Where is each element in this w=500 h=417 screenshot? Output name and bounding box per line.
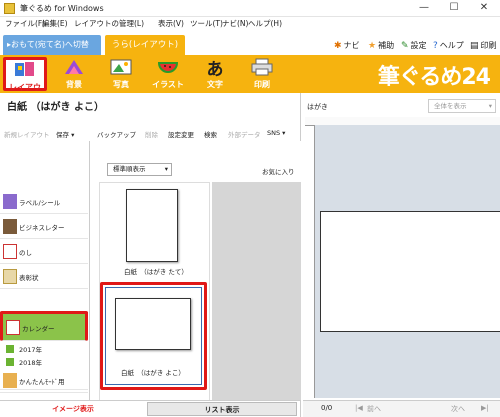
- layout-panel: 白紙 （はがき よこ） 新規レイアウト 保存 ▾ バックアップ 削除 設定変更 …: [0, 93, 301, 417]
- favorites-label[interactable]: お気に入り: [262, 166, 295, 176]
- hojo-link[interactable]: ★ 補助: [368, 40, 394, 51]
- menu-edit[interactable]: 編集(E): [42, 18, 68, 29]
- tool-background[interactable]: 背景: [52, 57, 96, 91]
- page-navigation: 0/0 |◀ 前へ 次へ ▶|: [303, 400, 500, 417]
- paper-label: はがき: [307, 103, 328, 111]
- menu-view[interactable]: 表示(V): [158, 18, 184, 29]
- category-calendar[interactable]: カレンダー: [0, 311, 88, 341]
- star-icon: ★: [368, 41, 377, 51]
- maximize-button[interactable]: ☐: [439, 0, 469, 16]
- noshi-icon: [3, 244, 17, 259]
- main-toolbar: レイアウト 背景 写真 イラスト あ 文字 印刷 筆ぐるめ24: [0, 55, 500, 103]
- menu-bar: ファイル(F) 編集(E) レイアウトの管理(L) 表示(V) ツール(T) ナ…: [0, 17, 500, 30]
- printer-icon: [251, 57, 273, 77]
- thumbnail-grid: 白紙 （はがき たて） 白紙 （はがき よこ）: [99, 182, 210, 401]
- app-icon: [4, 3, 15, 14]
- prev-page-button[interactable]: 前へ: [367, 404, 381, 414]
- tool-photo[interactable]: 写真: [99, 57, 143, 91]
- canvas-area: [314, 125, 500, 398]
- category-list: ラベル/シール ビジネスレター のし 表彰状 カレンダー 2017年 2018年: [0, 141, 90, 401]
- sns-button[interactable]: SNS ▾: [267, 129, 285, 137]
- thumbnail-empty-area: [212, 182, 301, 401]
- thumb-postcard-portrait[interactable]: 白紙 （はがき たて）: [100, 183, 208, 276]
- delete-button[interactable]: 削除: [145, 129, 158, 139]
- category-noshi[interactable]: のし: [0, 240, 88, 264]
- menu-tools[interactable]: ツール(T): [190, 18, 223, 29]
- title-bar: 筆ぐるめ for Windows — ☐ ✕: [0, 0, 500, 17]
- menu-file[interactable]: ファイル(F): [5, 18, 45, 29]
- sort-select[interactable]: 標準順表示 ▾: [107, 163, 172, 176]
- tool-print[interactable]: 印刷: [240, 57, 284, 91]
- brand-logo: 筆ぐるめ24: [377, 65, 491, 90]
- chevron-down-icon: ▾: [488, 102, 492, 110]
- background-icon: [63, 57, 85, 77]
- certificate-icon: [3, 269, 17, 284]
- preview-panel: はがき 全体を表示 ▾ 0/0 |◀ 前へ 次へ ▶|: [303, 93, 500, 417]
- view-mode-bar: イメージ表示 リスト表示: [0, 400, 301, 416]
- tab-front-address[interactable]: ▸おもて(宛て名)へ切替: [3, 35, 101, 55]
- calendar-icon: [6, 320, 20, 335]
- photo-icon: [110, 57, 132, 77]
- close-button[interactable]: ✕: [469, 0, 499, 16]
- save-button[interactable]: 保存 ▾: [56, 129, 74, 139]
- layout-icon: [14, 60, 36, 80]
- minimize-button[interactable]: —: [409, 0, 439, 16]
- calendar-year-2017[interactable]: 2017年: [6, 342, 88, 355]
- thumb-postcard-landscape[interactable]: 白紙 （はがき よこ）: [100, 282, 207, 390]
- chevron-down-icon: ▾: [164, 165, 168, 173]
- category-label-seal[interactable]: ラベル/シール: [0, 190, 88, 214]
- print-link[interactable]: ▤ 印刷: [470, 40, 497, 51]
- help-link[interactable]: ? ヘルプ: [433, 40, 464, 51]
- menu-layout[interactable]: レイアウトの管理(L): [74, 18, 144, 29]
- calendar-year-2018[interactable]: 2018年: [6, 355, 88, 368]
- menu-navi[interactable]: ナビ(N): [222, 18, 248, 29]
- label-icon: [3, 194, 17, 209]
- postcard-landscape-preview: [115, 298, 191, 350]
- easy-mode-icon: [3, 373, 17, 388]
- folder-icon: [6, 345, 14, 353]
- backup-button[interactable]: バックアップ: [97, 129, 136, 139]
- tool-text[interactable]: あ 文字: [193, 57, 237, 91]
- window-title: 筆ぐるめ for Windows: [20, 4, 104, 13]
- wrench-icon: ✎: [401, 41, 409, 51]
- new-layout-button[interactable]: 新規レイアウト: [4, 129, 50, 139]
- panel-title: 白紙 （はがき よこ）: [7, 102, 104, 113]
- text-brush-icon: あ: [206, 59, 224, 80]
- image-view-button[interactable]: イメージ表示: [3, 402, 143, 416]
- category-certificate[interactable]: 表彰状: [0, 265, 88, 289]
- folder-icon: [6, 358, 14, 366]
- menu-help[interactable]: ヘルプ(H): [248, 18, 282, 29]
- settings-link[interactable]: ✎ 設定: [401, 40, 427, 51]
- first-page-button[interactable]: |◀: [355, 404, 363, 412]
- list-view-button[interactable]: リスト表示: [147, 402, 297, 416]
- briefcase-icon: [3, 219, 17, 234]
- tool-illust[interactable]: イラスト: [146, 57, 190, 91]
- watermelon-icon: [157, 57, 179, 77]
- external-data-button[interactable]: 外部データ: [228, 129, 261, 139]
- navi-icon: ✱: [334, 41, 342, 51]
- postcard-canvas[interactable]: [320, 211, 500, 332]
- last-page-button[interactable]: ▶|: [481, 404, 489, 412]
- template-thumbnails: 標準順表示 ▾ お気に入り 白紙 （はがき たて） 白紙 （はがき よこ）: [90, 141, 301, 401]
- page-counter: 0/0: [321, 404, 333, 412]
- side-tabs: ▸おもて(宛て名)へ切替 うら(レイアウト) ✱ ナビ ★ 補助 ✎ 設定 ? ヘルプ …: [0, 31, 500, 55]
- tab-back-layout[interactable]: うら(レイアウト): [105, 35, 185, 55]
- postcard-portrait-preview: [126, 189, 178, 262]
- printer-small-icon: ▤: [470, 41, 479, 51]
- help-icon: ?: [433, 41, 438, 51]
- category-business-letter[interactable]: ビジネスレター: [0, 215, 88, 239]
- tool-layout[interactable]: レイアウト: [3, 57, 47, 103]
- search-button[interactable]: 検索: [204, 129, 217, 139]
- navi-link[interactable]: ✱ ナビ: [334, 40, 360, 51]
- next-page-button[interactable]: 次へ: [451, 404, 465, 414]
- zoom-select[interactable]: 全体を表示 ▾: [428, 99, 496, 113]
- change-settings-button[interactable]: 設定変更: [168, 129, 194, 139]
